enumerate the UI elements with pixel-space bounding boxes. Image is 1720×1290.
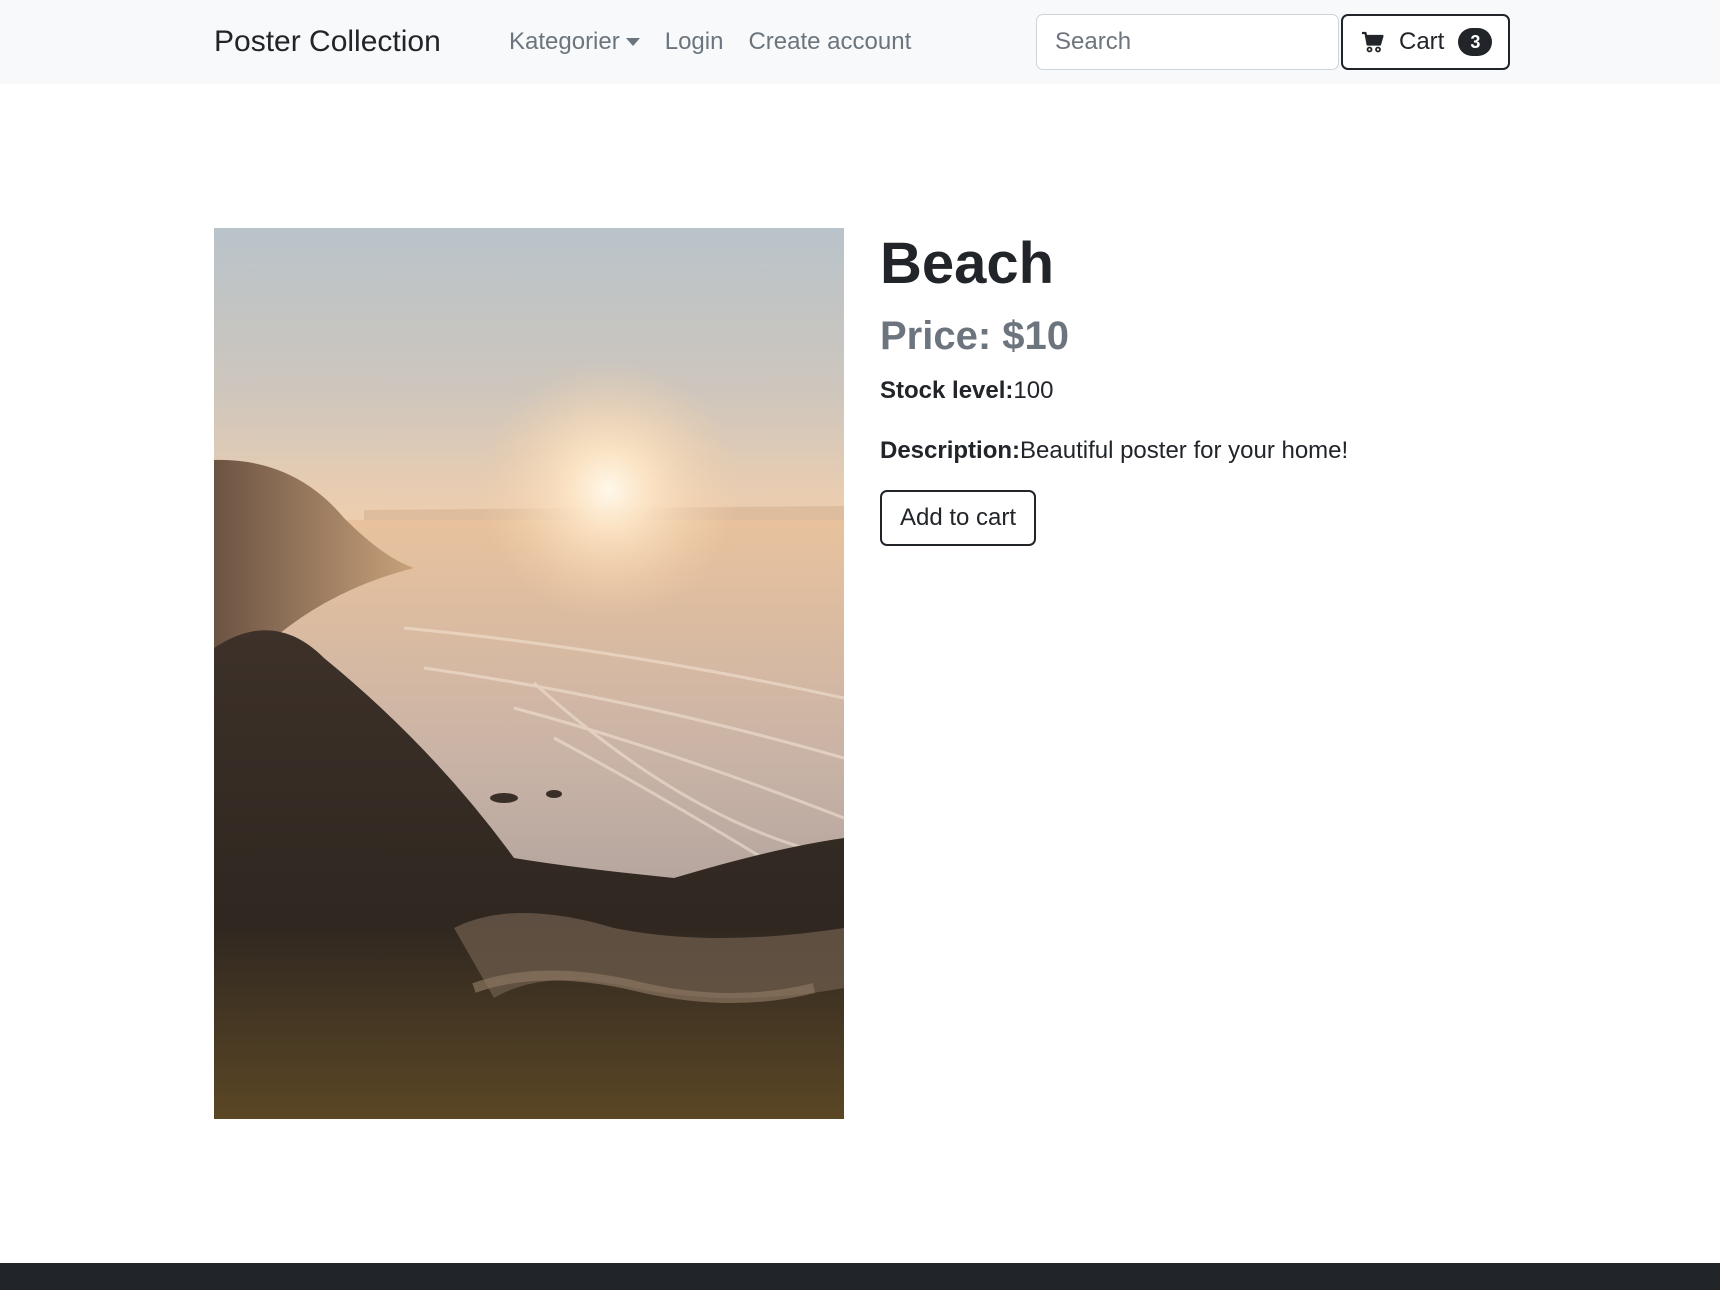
- brand-logo[interactable]: Poster Collection: [214, 22, 441, 62]
- stock-level-label: Stock level:: [880, 377, 1014, 404]
- nav-create-account-link[interactable]: Create account: [748, 22, 911, 62]
- cart-icon: [1362, 31, 1384, 53]
- page-footer: [0, 1263, 1720, 1290]
- product-details: Beach Price: $10 Stock level:100 Descrip…: [880, 228, 1580, 546]
- product-price: Price: $10: [880, 314, 1070, 358]
- chevron-down-icon: [625, 38, 640, 46]
- add-to-cart-button[interactable]: Add to cart: [880, 490, 1037, 546]
- cart-count-badge: 3: [1458, 28, 1493, 56]
- cart-button[interactable]: Cart 3: [1341, 14, 1510, 70]
- nav-login-link[interactable]: Login: [665, 22, 724, 62]
- nav-kategorier-dropdown[interactable]: Kategorier: [509, 22, 640, 62]
- product-title: Beach: [880, 231, 1055, 296]
- nav-links: Kategorier Login Create account: [509, 22, 936, 62]
- product-image: [214, 228, 844, 1119]
- description-label: Description:: [880, 437, 1021, 464]
- description-value: Beautiful poster for your home!: [1020, 437, 1349, 464]
- stock-level-value: 100: [1013, 377, 1054, 404]
- top-navbar: Poster Collection Kategorier Login Creat…: [0, 0, 1720, 84]
- search-input[interactable]: [1036, 14, 1339, 70]
- product-description: Description:Beautiful poster for your ho…: [880, 434, 1580, 468]
- cart-label: Cart: [1399, 28, 1445, 55]
- nav-kategorier-label: Kategorier: [509, 28, 620, 55]
- stock-level: Stock level:100: [880, 374, 1580, 408]
